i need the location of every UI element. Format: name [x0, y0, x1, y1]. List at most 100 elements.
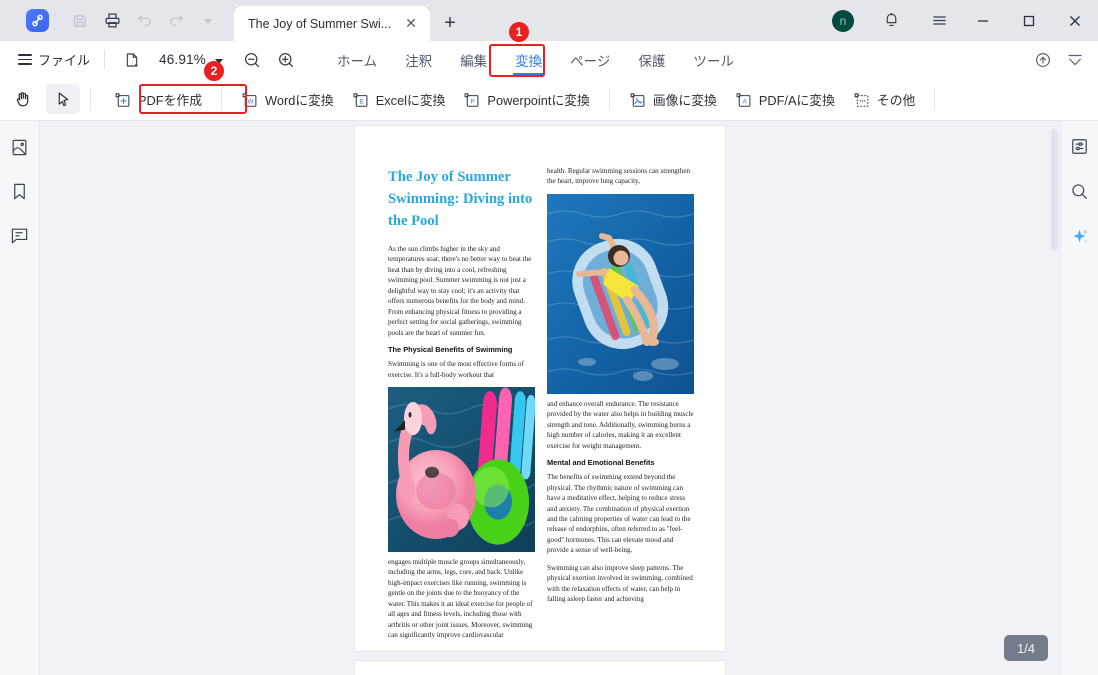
right-sidebar — [1060, 121, 1098, 675]
tab-protect[interactable]: 保護 — [624, 41, 679, 78]
thumbnails-icon[interactable] — [8, 135, 32, 159]
file-menu[interactable]: ファイル — [0, 50, 90, 69]
convert-ribbon-toolbar: PDFを作成 W Wordに変換 E Excelに変換 P Powerpoint… — [0, 78, 1098, 121]
page-content: The Joy of Summer Swimming: Diving into … — [388, 166, 694, 648]
ribbon-divider-2 — [221, 88, 222, 110]
step-badge-1: 1 — [509, 22, 529, 42]
document-title: The Joy of Summer Swimming: Diving into … — [388, 169, 533, 229]
quick-access-toolbar — [0, 0, 223, 41]
create-pdf-icon — [114, 91, 131, 108]
print-icon[interactable] — [97, 6, 127, 36]
create-pdf-label: PDFを作成 — [138, 92, 202, 108]
title-bar: The Joy of Summer Swi... ✕ + n — [0, 0, 1098, 41]
woman-on-pool-float-photo — [547, 193, 694, 394]
select-tool-icon[interactable] — [46, 84, 80, 114]
save-icon[interactable] — [65, 6, 95, 36]
vertical-scrollbar[interactable] — [1051, 127, 1058, 667]
more-button[interactable]: その他 — [844, 85, 924, 114]
convert-excel-button[interactable]: E Excelに変換 — [343, 85, 455, 114]
properties-icon[interactable] — [1068, 134, 1092, 158]
convert-image-icon — [629, 91, 646, 108]
left-sidebar — [0, 121, 40, 675]
main-menu-icon[interactable] — [924, 6, 954, 36]
right-top-text: health. Regular swimming sessions can st… — [547, 167, 691, 186]
physical-benefits-heading: The Physical Benefits of Swimming — [388, 345, 513, 355]
document-viewer[interactable]: The Joy of Summer Swimming: Diving into … — [40, 121, 1060, 675]
step-badge-2: 2 — [204, 61, 224, 81]
right-after-image-text: and enhance overall endurance. The resis… — [547, 399, 694, 450]
convert-word-button[interactable]: W Wordに変換 — [232, 85, 343, 114]
convert-word-label: Wordに変換 — [265, 92, 334, 108]
convert-powerpoint-label: Powerpointに変換 — [487, 92, 590, 108]
intro-paragraph: As the sun climbs higher in the sky and … — [388, 245, 532, 337]
convert-powerpoint-icon: P — [463, 91, 480, 108]
document-tab[interactable]: The Joy of Summer Swi... ✕ — [234, 6, 430, 41]
convert-excel-icon: E — [352, 91, 369, 108]
menu-bar: ファイル 46.91% ホーム 注釈 編集 変換 ページ 保護 ツール — [0, 41, 1098, 78]
mental-benefits-heading: Mental and Emotional Benefits — [547, 458, 655, 468]
comments-icon[interactable] — [8, 223, 32, 247]
physical-benefits-lead: Swimming is one of the most effective fo… — [388, 360, 524, 379]
window-controls-group: n — [832, 0, 1098, 41]
mental-benefits-para1: The benefits of swimming extend beyond t… — [547, 473, 691, 555]
svg-text:W: W — [248, 98, 254, 105]
zoom-in-button[interactable] — [273, 47, 299, 73]
bookmark-icon[interactable] — [8, 179, 32, 203]
svg-text:P: P — [471, 98, 475, 105]
search-icon[interactable] — [1068, 179, 1092, 203]
quick-access-dropdown-icon[interactable] — [193, 6, 223, 36]
physical-benefits-body: engages multiple muscle groups simultane… — [388, 557, 533, 640]
ribbon-divider-4 — [934, 88, 936, 110]
hand-tool-icon[interactable] — [6, 84, 40, 114]
convert-pdfa-icon: A — [735, 91, 752, 108]
file-menu-icon — [18, 51, 32, 68]
tab-tools[interactable]: ツール — [679, 41, 748, 78]
avatar[interactable]: n — [832, 9, 854, 32]
ribbon-divider-3 — [608, 88, 610, 110]
file-menu-label: ファイル — [38, 53, 91, 68]
convert-pdfa-label: PDF/Aに変換 — [758, 92, 835, 108]
convert-image-button[interactable]: 画像に変換 — [620, 85, 726, 114]
tab-convert[interactable]: 変換 — [501, 41, 556, 78]
page-indicator: 1/4 — [1004, 635, 1048, 661]
tab-home[interactable]: ホーム — [323, 41, 391, 78]
convert-excel-label: Excelに変換 — [375, 92, 446, 108]
close-button[interactable] — [1052, 0, 1098, 41]
tab-edit[interactable]: 編集 — [446, 41, 501, 78]
scrollbar-thumb[interactable] — [1051, 129, 1058, 251]
pdf-page-2 — [354, 660, 726, 675]
ai-sparkle-icon[interactable] — [1068, 224, 1092, 248]
tab-annotate[interactable]: 注釈 — [391, 41, 446, 78]
left-column: The Joy of Summer Swimming: Diving into … — [388, 166, 535, 648]
two-column-layout: The Joy of Summer Swimming: Diving into … — [388, 166, 694, 648]
redo-icon[interactable] — [161, 6, 191, 36]
svg-text:E: E — [359, 98, 363, 105]
right-column: health. Regular swimming sessions can st… — [547, 166, 694, 648]
document-tab-title: The Joy of Summer Swi... — [248, 16, 392, 31]
cloud-upload-icon[interactable] — [1034, 51, 1052, 69]
maximize-button[interactable] — [1006, 0, 1052, 41]
ribbon-divider — [90, 88, 91, 110]
more-label: その他 — [876, 92, 916, 108]
zoom-out-button[interactable] — [239, 47, 265, 73]
svg-text:A: A — [742, 98, 747, 105]
convert-image-label: 画像に変換 — [652, 92, 717, 108]
new-tab-button[interactable]: + — [438, 11, 462, 35]
page-fit-icon[interactable] — [117, 45, 147, 75]
tab-page[interactable]: ページ — [556, 41, 624, 78]
menubar-right-group — [1034, 41, 1084, 78]
close-tab-icon[interactable]: ✕ — [402, 15, 420, 33]
collapse-ribbon-icon[interactable] — [1066, 51, 1084, 69]
application-window: The Joy of Summer Swi... ✕ + n ファイル 46.9… — [0, 0, 1098, 675]
convert-word-icon: W — [241, 91, 258, 108]
convert-pdfa-button[interactable]: A PDF/Aに変換 — [726, 85, 844, 114]
ribbon-tab-list: ホーム 注釈 編集 変換 ページ 保護 ツール — [323, 41, 748, 78]
zoom-level-value[interactable]: 46.91% — [159, 52, 206, 67]
minimize-button[interactable] — [960, 0, 1006, 41]
mental-benefits-para2: Swimming can also improve sleep patterns… — [547, 563, 693, 604]
create-pdf-button[interactable]: PDFを作成 — [105, 85, 211, 114]
pool-floats-photo — [388, 386, 535, 552]
undo-icon[interactable] — [129, 6, 159, 36]
convert-powerpoint-button[interactable]: P Powerpointに変換 — [454, 85, 598, 114]
notification-bell-icon[interactable] — [876, 6, 906, 36]
